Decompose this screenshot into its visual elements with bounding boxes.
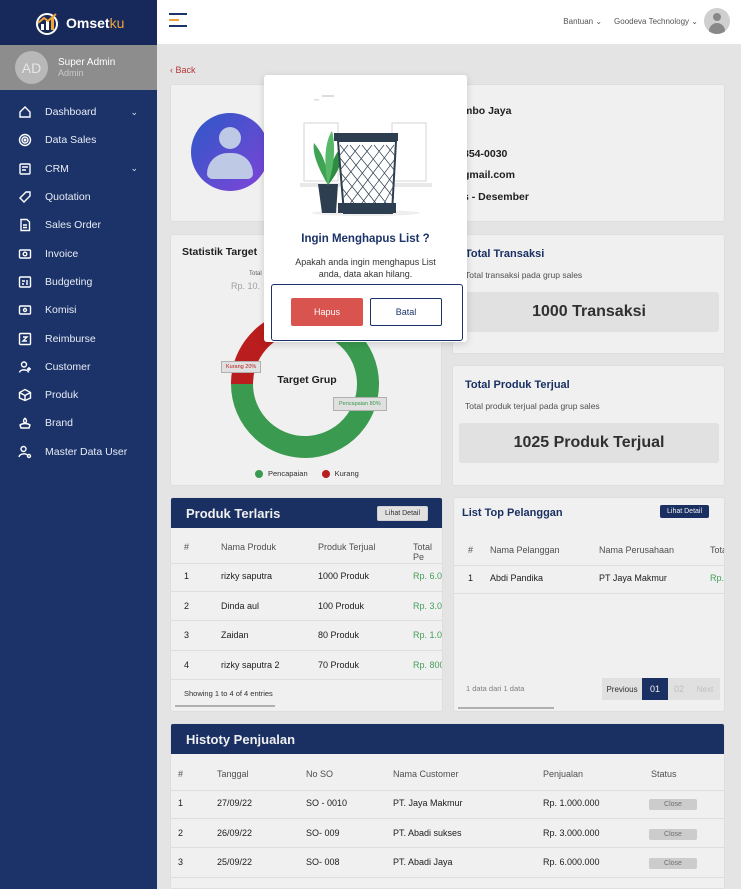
sidebar-item-quotation[interactable]: Quotation	[0, 183, 157, 211]
user-settings-icon	[18, 445, 32, 458]
sidebar-item-label: Master Data User	[45, 445, 128, 458]
sidebar-menu: Dashboard ⌄ Data Sales CRM ⌄ Quotation Sales O…	[0, 90, 157, 466]
invoice-icon	[18, 248, 32, 259]
sidebar-item-produk[interactable]: Produk	[0, 381, 157, 409]
delete-confirm-modal: Ingin Menghapus List ? Apakah anda ingin…	[264, 75, 467, 342]
sidebar-item-label: Produk	[45, 389, 79, 402]
sidebar-item-label: Reimburse	[45, 332, 96, 345]
reimburse-icon	[18, 332, 32, 345]
customer-icon	[18, 361, 31, 373]
sidebar-item-label: Invoice	[45, 247, 79, 260]
company-dropdown[interactable]: Goodeva Technology ⌄	[614, 17, 698, 26]
brand-name: Omsetku	[66, 14, 125, 31]
sidebar-item-master-data-user[interactable]: Master Data User	[0, 438, 157, 466]
document-icon	[20, 219, 31, 232]
trash-bin-illustration-icon	[300, 95, 432, 216]
brand[interactable]: Omsetku	[0, 0, 157, 45]
brand-icon	[19, 417, 31, 430]
sidebar-item-label: Komisi	[45, 304, 77, 317]
chevron-down-icon[interactable]: ⌄	[130, 163, 138, 174]
target-icon	[18, 134, 32, 147]
sidebar-item-label: Customer	[45, 360, 91, 373]
sidebar-item-invoice[interactable]: Invoice	[0, 239, 157, 267]
user-role: Admin	[58, 68, 84, 78]
sidebar-item-dashboard[interactable]: Dashboard ⌄	[0, 98, 157, 126]
budget-icon	[18, 276, 32, 288]
commission-icon	[18, 305, 32, 315]
user-name: Super Admin	[58, 57, 116, 68]
hapus-button[interactable]: Hapus	[291, 298, 363, 326]
sidebar: Omsetku AD Super Admin Admin Dashboard ⌄ D…	[0, 0, 157, 889]
sidebar-item-budgeting[interactable]: Budgeting	[0, 268, 157, 296]
home-icon	[19, 106, 31, 118]
batal-button[interactable]: Batal	[370, 298, 442, 326]
chart-logo-icon	[36, 12, 58, 35]
chevron-down-icon[interactable]: ⌄	[130, 107, 138, 118]
sidebar-item-label: Data Sales	[45, 134, 97, 147]
sidebar-item-komisi[interactable]: Komisi	[0, 296, 157, 324]
sidebar-item-label: Dashboard	[45, 106, 97, 119]
sidebar-item-reimburse[interactable]: Reimburse	[0, 324, 157, 352]
sidebar-item-label: Sales Order	[45, 219, 102, 232]
modal-title: Ingin Menghapus List ?	[301, 233, 430, 245]
avatar: AD	[15, 51, 48, 84]
modal-actions: Hapus Batal	[271, 284, 463, 341]
help-dropdown[interactable]: Bantuan ⌄	[563, 17, 602, 26]
sidebar-item-brand[interactable]: Brand	[0, 409, 157, 437]
sidebar-item-label: CRM	[45, 162, 69, 175]
sidebar-item-sales-order[interactable]: Sales Order	[0, 211, 157, 239]
modal-message: Apakah anda ingin menghapus List anda, d…	[295, 257, 436, 279]
user-profile[interactable]: AD Super Admin Admin	[0, 45, 157, 90]
sidebar-item-label: Budgeting	[45, 275, 93, 288]
crm-icon	[19, 163, 31, 175]
topbar: Bantuan ⌄ Goodeva Technology ⌄	[157, 0, 741, 45]
user-avatar-icon[interactable]	[704, 8, 730, 34]
sidebar-item-customer[interactable]: Customer	[0, 353, 157, 381]
box-icon	[18, 388, 32, 402]
menu-toggle-icon[interactable]	[169, 13, 187, 29]
sidebar-item-crm[interactable]: CRM ⌄	[0, 155, 157, 183]
tag-icon	[19, 191, 31, 204]
sidebar-item-label: Quotation	[45, 191, 91, 204]
sidebar-item-data-sales[interactable]: Data Sales	[0, 126, 157, 154]
sidebar-item-label: Brand	[45, 417, 74, 430]
